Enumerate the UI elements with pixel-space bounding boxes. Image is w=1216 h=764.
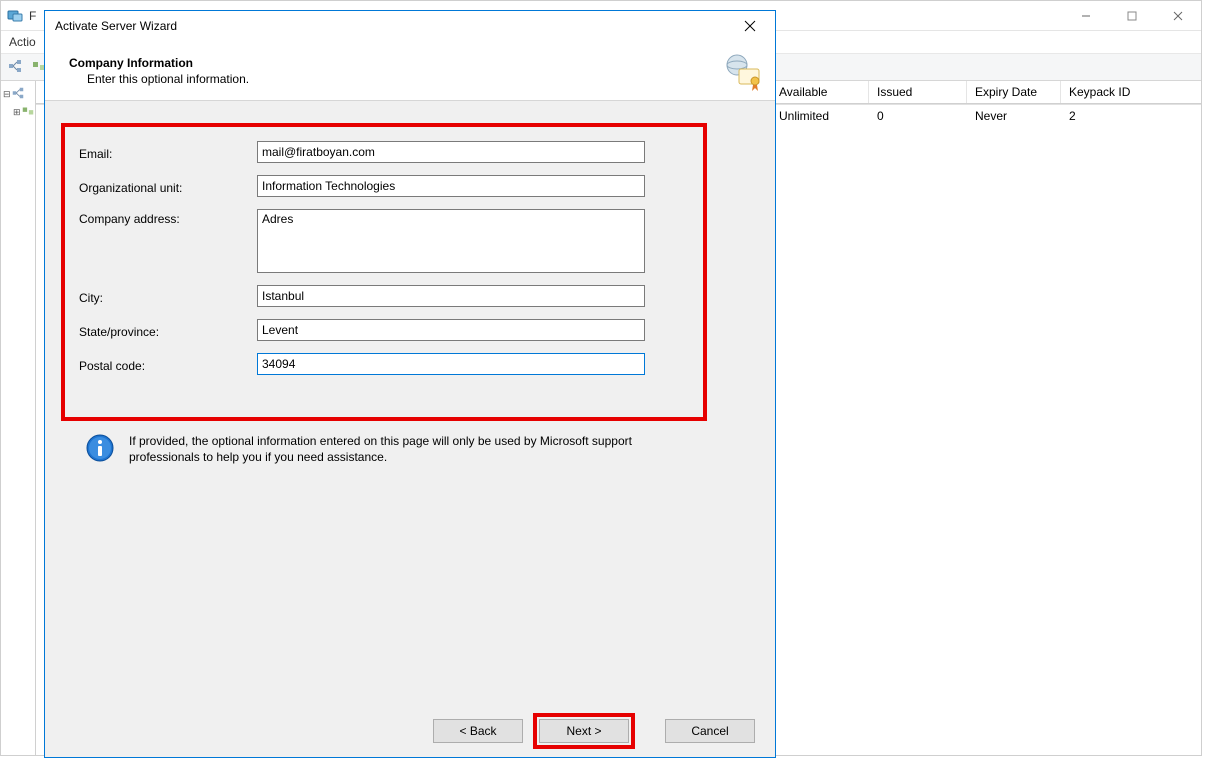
col-expiry[interactable]: Expiry Date xyxy=(967,81,1061,104)
col-available[interactable]: Available xyxy=(771,81,869,104)
state-label: State/province: xyxy=(79,322,257,339)
col-keypack[interactable]: Keypack ID xyxy=(1061,81,1171,104)
back-button[interactable]: < Back xyxy=(433,719,523,743)
postal-field[interactable] xyxy=(257,353,645,375)
tree-icon xyxy=(21,104,35,121)
wizard-footer: < Back Next > Cancel xyxy=(45,705,775,757)
form-row-email: Email: xyxy=(79,141,691,163)
cancel-button[interactable]: Cancel xyxy=(665,719,755,743)
wizard-titlebar: Activate Server Wizard xyxy=(45,11,775,41)
tree-icon xyxy=(11,86,25,103)
postal-label: Postal code: xyxy=(79,356,257,373)
cell-issued: 0 xyxy=(869,109,967,123)
tree-panel: ⊟ ⊞ xyxy=(1,81,36,755)
form-row-address: Company address: xyxy=(79,209,691,273)
address-field[interactable] xyxy=(257,209,645,273)
col-issued[interactable]: Issued xyxy=(869,81,967,104)
ou-field[interactable] xyxy=(257,175,645,197)
certificate-icon xyxy=(723,51,763,91)
next-button[interactable]: Next > xyxy=(539,719,629,743)
tree-toggle-icon[interactable]: ⊟ xyxy=(3,89,11,100)
wizard-body: Email: Organizational unit: Company addr… xyxy=(45,101,775,705)
app-icon xyxy=(7,8,23,24)
close-icon[interactable] xyxy=(735,11,765,41)
menu-item[interactable]: Actio xyxy=(9,35,36,49)
form-row-postal: Postal code: xyxy=(79,353,691,375)
maximize-button[interactable] xyxy=(1109,1,1155,30)
info-text: If provided, the optional information en… xyxy=(129,433,705,465)
parent-title: F xyxy=(29,9,36,23)
window-buttons xyxy=(1063,1,1201,30)
wizard-subheading: Enter this optional information. xyxy=(87,72,249,86)
form-row-state: State/province: xyxy=(79,319,691,341)
info-icon xyxy=(85,433,115,463)
wizard-header: Company Information Enter this optional … xyxy=(45,41,775,101)
wizard-title: Activate Server Wizard xyxy=(55,19,177,33)
city-field[interactable] xyxy=(257,285,645,307)
address-label: Company address: xyxy=(79,209,257,226)
cell-keypack: 2 xyxy=(1061,109,1171,123)
tree-node[interactable]: ⊞ xyxy=(3,103,33,121)
minimize-button[interactable] xyxy=(1063,1,1109,30)
ou-label: Organizational unit: xyxy=(79,178,257,195)
form-highlight-box: Email: Organizational unit: Company addr… xyxy=(61,123,707,421)
tree-node[interactable]: ⊟ xyxy=(3,85,33,103)
state-field[interactable] xyxy=(257,319,645,341)
close-button[interactable] xyxy=(1155,1,1201,30)
form-row-ou: Organizational unit: xyxy=(79,175,691,197)
city-label: City: xyxy=(79,288,257,305)
next-highlight-box: Next > xyxy=(533,713,635,749)
cell-expiry: Never xyxy=(967,109,1061,123)
email-field[interactable] xyxy=(257,141,645,163)
toolbar-icon[interactable] xyxy=(7,58,23,77)
email-label: Email: xyxy=(79,144,257,161)
wizard-dialog: Activate Server Wizard Company Informati… xyxy=(44,10,776,758)
form-row-city: City: xyxy=(79,285,691,307)
info-row: If provided, the optional information en… xyxy=(85,433,705,465)
wizard-heading: Company Information xyxy=(69,56,249,70)
cell-available: Unlimited xyxy=(771,109,869,123)
tree-toggle-icon[interactable]: ⊞ xyxy=(13,107,21,118)
